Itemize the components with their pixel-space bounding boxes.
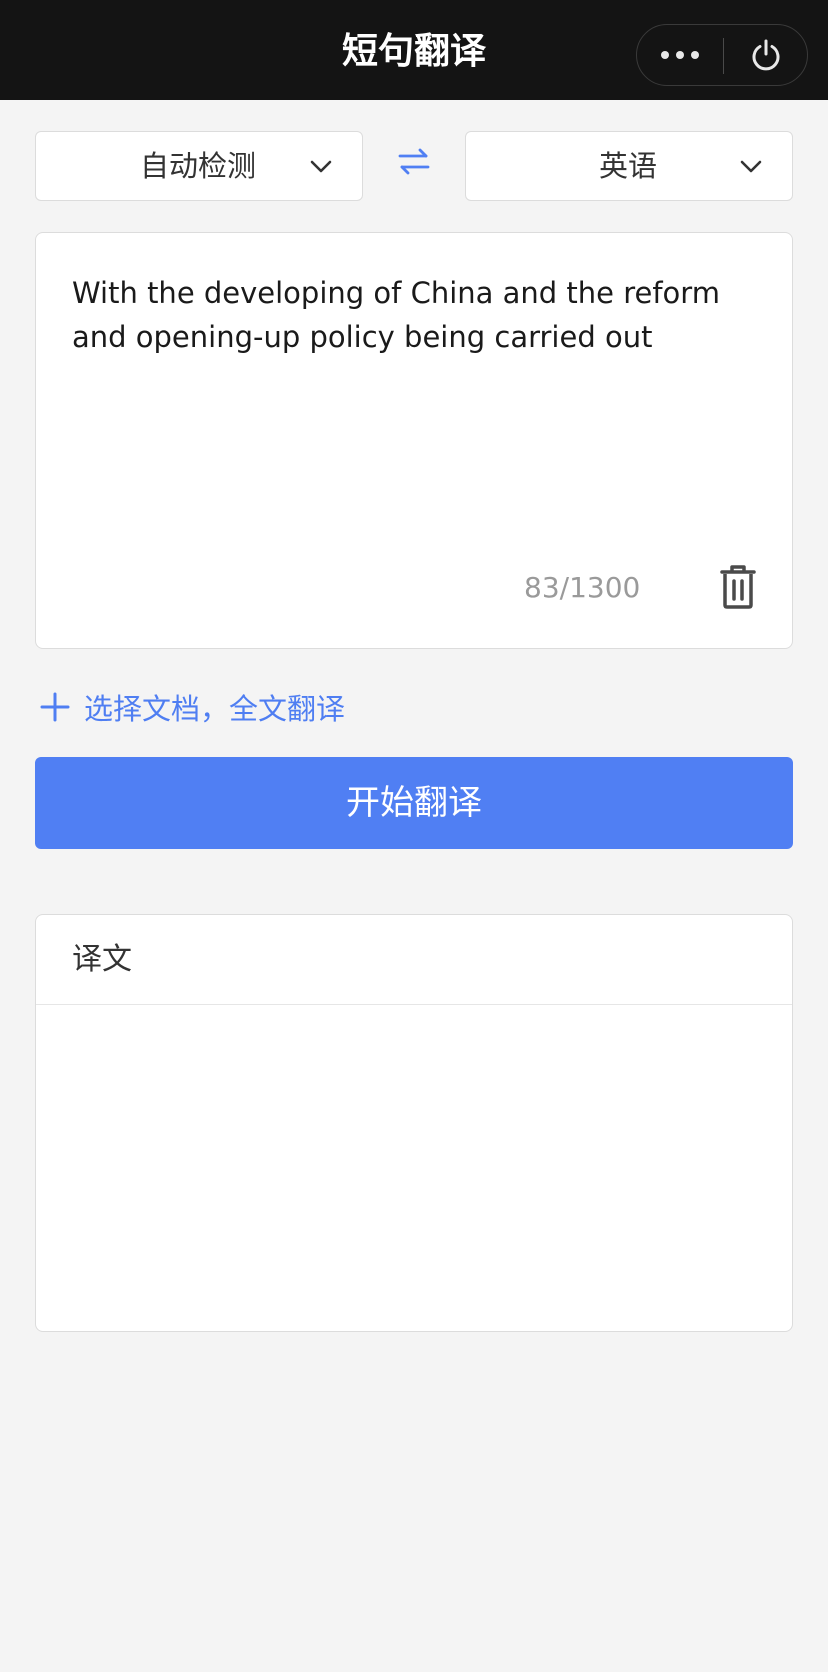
result-title: 译文	[72, 942, 132, 977]
translation-result-card: 译文	[35, 914, 793, 1332]
result-header: 译文	[36, 915, 792, 1005]
start-translate-button[interactable]: 开始翻译	[35, 757, 793, 849]
chevron-down-icon	[740, 160, 762, 173]
power-icon[interactable]	[724, 25, 808, 85]
source-language-select[interactable]: 自动检测	[35, 131, 363, 201]
target-language-label: 英语	[599, 149, 658, 183]
character-counter: 83/1300	[524, 571, 641, 604]
select-document-link[interactable]: 选择文档，全文翻译	[40, 685, 345, 729]
chevron-down-icon	[310, 160, 332, 173]
result-text	[72, 1025, 756, 1311]
source-language-label: 自动检测	[140, 149, 257, 183]
more-dots-icon[interactable]	[637, 25, 722, 85]
source-text-card: With the developing of China and the ref…	[35, 232, 793, 649]
plus-icon	[40, 692, 70, 722]
target-language-select[interactable]: 英语	[465, 131, 793, 201]
mini-program-capsule	[636, 24, 808, 86]
source-text-input[interactable]: With the developing of China and the ref…	[72, 271, 762, 359]
swap-arrows-icon[interactable]	[396, 144, 432, 180]
trash-icon[interactable]	[716, 563, 760, 611]
navigation-bar: 短句翻译	[0, 0, 828, 100]
select-document-label: 选择文档，全文翻译	[84, 692, 346, 726]
